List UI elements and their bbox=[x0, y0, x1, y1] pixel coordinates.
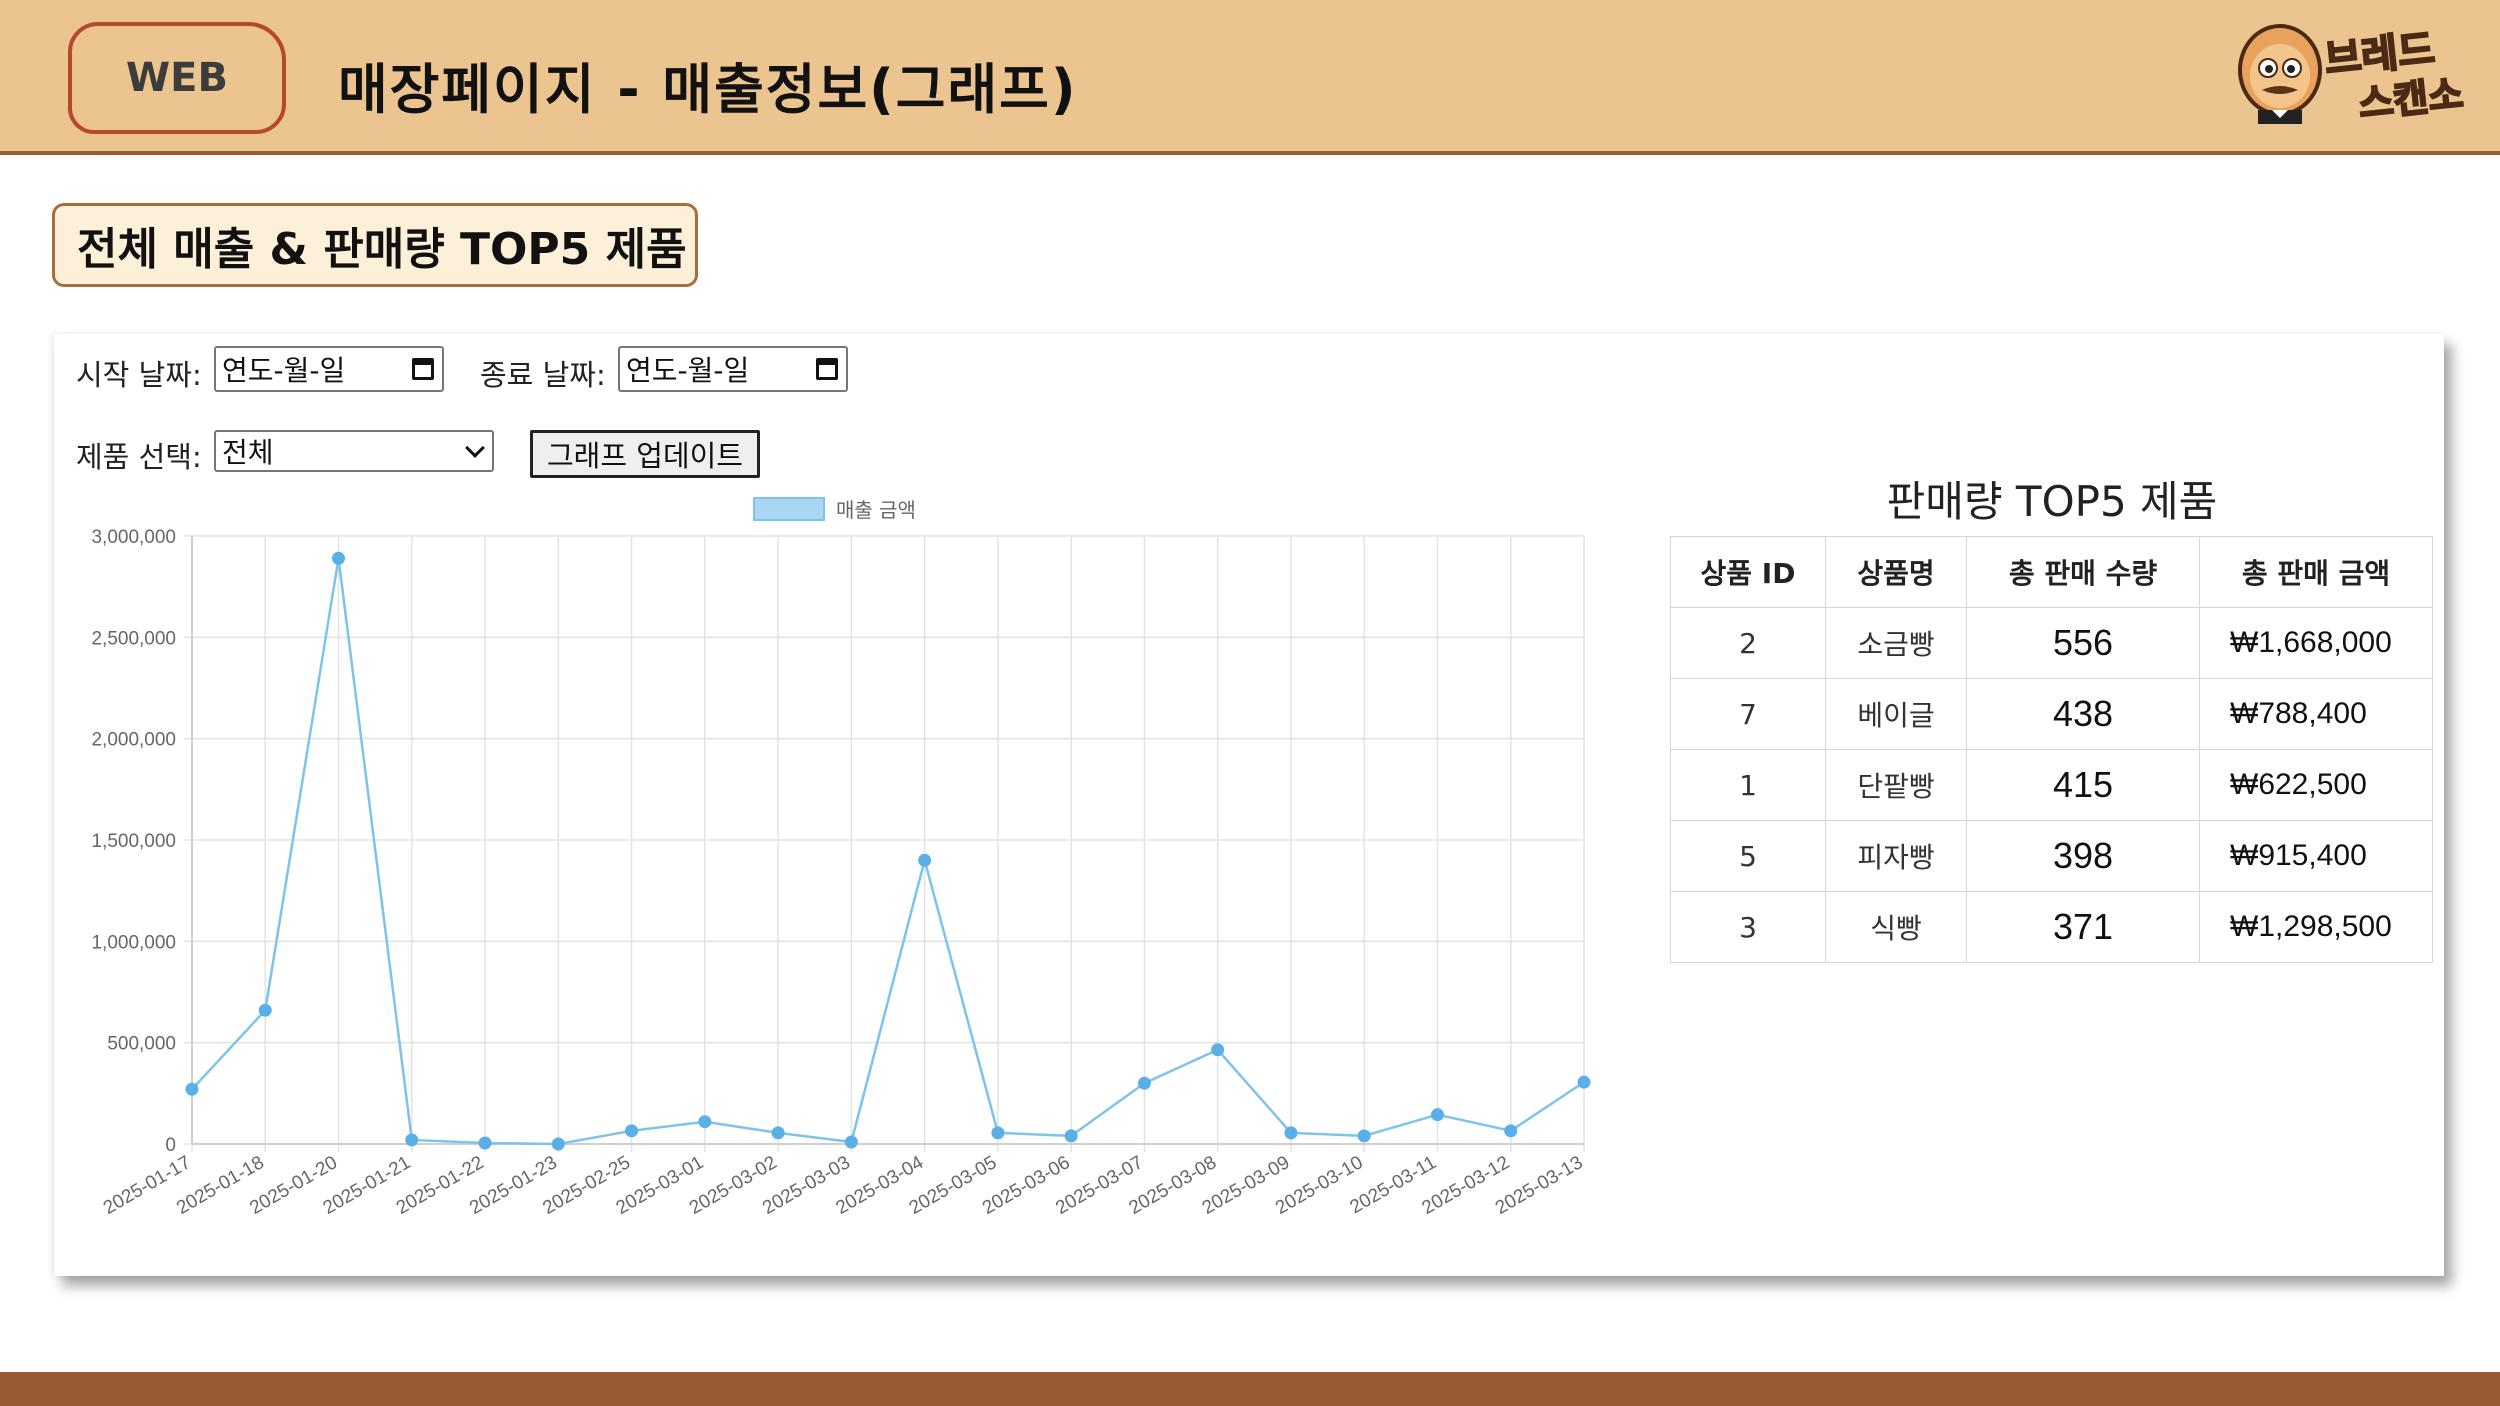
cell-total-qty: 556 bbox=[1966, 607, 2200, 679]
page-title: 매장페이지 - 매출정보(그래프) bbox=[338, 58, 1078, 121]
cell-product-id: 1 bbox=[1670, 749, 1826, 821]
cell-product-name: 피자빵 bbox=[1825, 820, 1967, 892]
cell-product-name: 식빵 bbox=[1825, 891, 1967, 963]
cell-total-amount: ₩1,668,000 bbox=[2199, 607, 2433, 679]
y-tick-label: 3,000,000 bbox=[91, 527, 176, 548]
data-point bbox=[332, 551, 346, 565]
data-point bbox=[625, 1124, 639, 1138]
web-badge-label: WEB bbox=[126, 55, 228, 101]
logo-text-bottom: 스캔소 bbox=[2355, 71, 2466, 128]
top5-table: 상품 ID 상품명 총 판매 수량 총 판매 금액 2 소금빵 556 ₩1,6… bbox=[1670, 536, 2433, 963]
data-point bbox=[1137, 1076, 1151, 1090]
data-point bbox=[185, 1082, 199, 1096]
data-point bbox=[771, 1126, 785, 1140]
data-point bbox=[1211, 1043, 1225, 1057]
cell-total-amount: ₩915,400 bbox=[2199, 820, 2433, 892]
col-total-amount: 총 판매 금액 bbox=[2199, 536, 2433, 608]
col-total-qty: 총 판매 수량 bbox=[1966, 536, 2200, 608]
y-tick-label: 2,000,000 bbox=[91, 730, 176, 751]
data-point bbox=[1504, 1124, 1518, 1138]
cell-product-name: 소금빵 bbox=[1825, 607, 1967, 679]
y-tick-label: 1,000,000 bbox=[91, 932, 176, 953]
table-row: 7 베이글 438 ₩788,400 bbox=[1670, 678, 2433, 750]
series-line bbox=[191, 558, 1585, 1146]
y-tick-label: 1,500,000 bbox=[91, 831, 176, 852]
cell-product-id: 3 bbox=[1670, 891, 1826, 963]
data-point bbox=[1064, 1129, 1078, 1143]
cell-product-name: 단팥빵 bbox=[1825, 749, 1967, 821]
legend-label: 매출 금액 bbox=[836, 498, 916, 522]
table-row: 3 식빵 371 ₩1,298,500 bbox=[1670, 891, 2433, 963]
data-point bbox=[1577, 1075, 1591, 1089]
cell-product-name: 베이글 bbox=[1825, 678, 1967, 750]
table-header-row: 상품 ID 상품명 총 판매 수량 총 판매 금액 bbox=[1670, 536, 2433, 608]
data-point bbox=[844, 1135, 858, 1149]
col-product-id: 상품 ID bbox=[1670, 536, 1826, 608]
cell-product-id: 7 bbox=[1670, 678, 1826, 750]
sales-line-chart: 0 500,000 1,000,000 1,500,000 2,000,000 2,500… bbox=[91, 497, 1591, 1219]
data-point bbox=[698, 1115, 712, 1129]
table-row: 2 소금빵 556 ₩1,668,000 bbox=[1670, 607, 2433, 679]
data-point bbox=[991, 1126, 1005, 1140]
table-row: 1 단팥빵 415 ₩622,500 bbox=[1670, 749, 2433, 821]
cell-total-amount: ₩788,400 bbox=[2199, 678, 2433, 750]
data-point bbox=[478, 1136, 492, 1150]
data-point bbox=[258, 1003, 272, 1017]
cell-total-amount: ₩1,298,500 bbox=[2199, 891, 2433, 963]
cell-product-id: 5 bbox=[1670, 820, 1826, 892]
data-point bbox=[405, 1133, 419, 1147]
data-point bbox=[1284, 1126, 1298, 1140]
legend-swatch bbox=[753, 497, 825, 521]
y-tick-label: 0 bbox=[165, 1135, 176, 1156]
section-title: 전체 매출 & 판매량 TOP5 제품 bbox=[52, 203, 698, 287]
web-badge: WEB bbox=[68, 22, 286, 134]
sales-card: 시작 날짜: 연도-월-일 종료 날짜: 연도-월-일 제품 선택: 전체 그래… bbox=[54, 334, 2444, 1276]
data-point bbox=[1430, 1108, 1444, 1122]
table-row: 5 피자빵 398 ₩915,400 bbox=[1670, 820, 2433, 892]
data-point bbox=[1357, 1129, 1371, 1143]
cell-total-amount: ₩622,500 bbox=[2199, 749, 2433, 821]
cell-total-qty: 398 bbox=[1966, 820, 2200, 892]
y-tick-label: 2,500,000 bbox=[91, 628, 176, 649]
header-bar: WEB 매장페이지 - 매출정보(그래프) 브레드 스캔소 bbox=[0, 0, 2500, 155]
brand-logo: 브레드 스캔소 bbox=[2228, 18, 2478, 128]
col-product-name: 상품명 bbox=[1825, 536, 1967, 608]
cell-product-id: 2 bbox=[1670, 607, 1826, 679]
cell-total-qty: 371 bbox=[1966, 891, 2200, 963]
top5-table-title: 판매량 TOP5 제품 bbox=[1886, 477, 2218, 526]
footer-bar bbox=[0, 1372, 2500, 1406]
data-point bbox=[918, 853, 932, 867]
cell-total-qty: 415 bbox=[1966, 749, 2200, 821]
data-point bbox=[551, 1137, 565, 1151]
cell-total-qty: 438 bbox=[1966, 678, 2200, 750]
y-tick-label: 500,000 bbox=[107, 1034, 176, 1055]
